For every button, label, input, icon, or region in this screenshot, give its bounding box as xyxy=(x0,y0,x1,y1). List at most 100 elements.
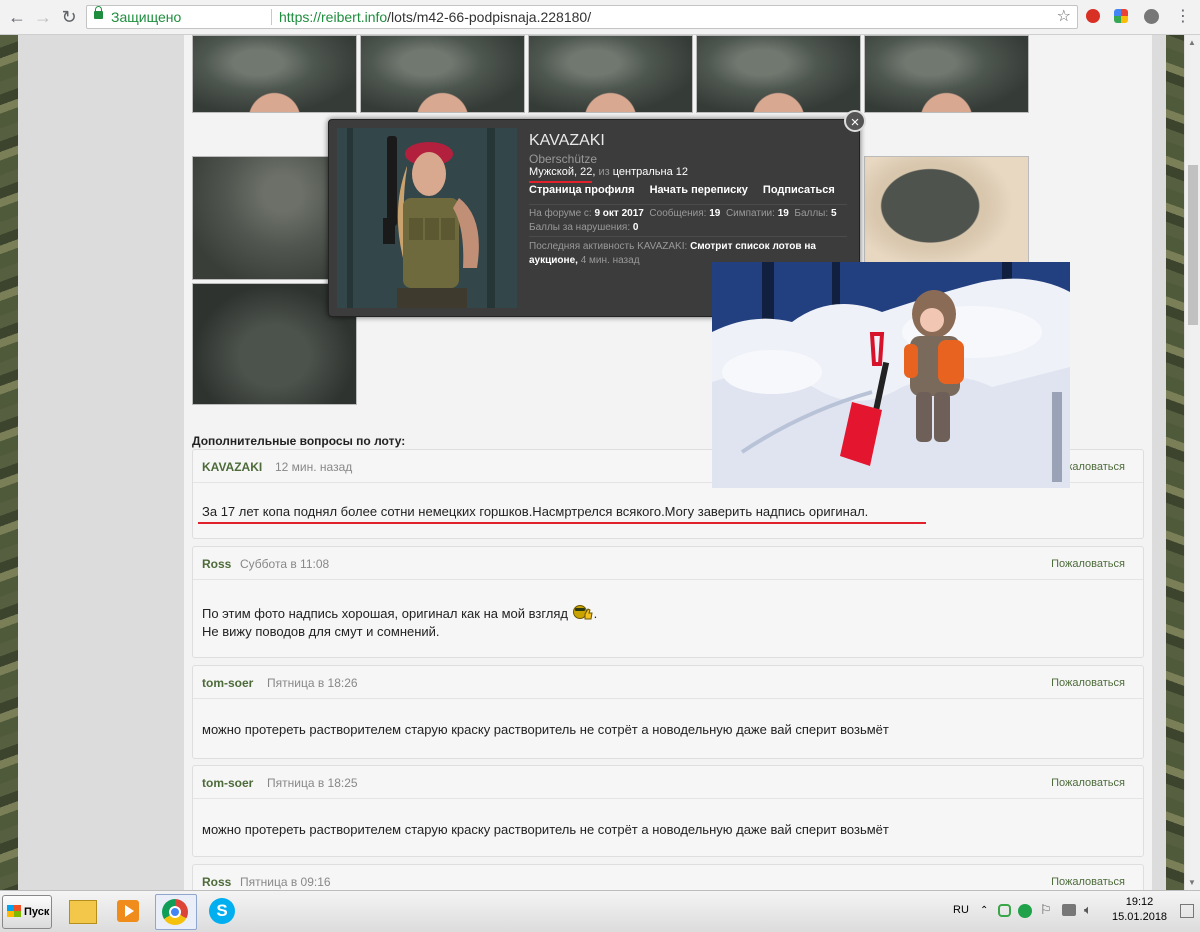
report-link[interactable]: Пожаловаться xyxy=(1051,558,1125,570)
post-header: Ross Суббота в 11:08 Пожаловаться xyxy=(193,547,1143,580)
bookmark-star-icon[interactable]: ☆ xyxy=(1057,6,1071,28)
lock-icon xyxy=(94,6,103,19)
profile-page-link[interactable]: Страница профиля xyxy=(529,184,635,196)
helmet-photo-1[interactable] xyxy=(192,35,357,113)
avatar[interactable] xyxy=(337,128,517,308)
network-icon[interactable] xyxy=(1062,904,1076,916)
extension-icon-grey[interactable] xyxy=(1144,9,1159,24)
start-button[interactable]: Пуск xyxy=(2,895,52,929)
taskbar-clock[interactable]: 19:12 15.01.2018 xyxy=(1112,895,1167,925)
windows-taskbar: Пуск S RU ⌃ ⚐ 🔈︎ xyxy=(0,890,1200,932)
tray-antivirus-icon[interactable] xyxy=(1018,904,1032,918)
taskbar-skype[interactable]: S xyxy=(202,894,242,928)
red-underline xyxy=(198,522,926,524)
show-desktop-icon[interactable] xyxy=(1180,904,1194,918)
taskbar-chrome[interactable] xyxy=(155,894,197,930)
background-camo-left xyxy=(0,35,18,890)
joined-value: 9 окт 2017 xyxy=(594,208,644,219)
member-links: Страница профиля Начать переписку Подпис… xyxy=(529,184,847,196)
post-text: можно протереть растворителем старую кра… xyxy=(202,722,889,737)
post-body: По этим фото надпись хорошая, оригинал к… xyxy=(202,603,597,641)
post-author[interactable]: Ross xyxy=(202,557,231,571)
member-info: Мужской, 22, из центральна 12 xyxy=(529,166,688,178)
post-4: tom-soer Пятница в 18:25 Пожаловаться мо… xyxy=(192,765,1144,857)
extension-icon-colorful[interactable] xyxy=(1114,9,1128,23)
folder-icon xyxy=(69,900,97,924)
page-scrollbar[interactable]: ▲ ▼ xyxy=(1184,35,1200,890)
address-bar[interactable]: Защищено https://reibert.info/lots/m42-6… xyxy=(86,5,1078,29)
volume-icon[interactable]: 🔈︎ xyxy=(1084,902,1092,918)
violations-value: 0 xyxy=(632,222,639,233)
taskbar-media-player[interactable] xyxy=(108,894,148,928)
report-link[interactable]: Пожаловаться xyxy=(1051,777,1125,789)
report-link[interactable]: Пожаловаться xyxy=(1051,876,1125,888)
likes-value: 19 xyxy=(777,208,789,219)
post-author[interactable]: KAVAZAKI xyxy=(202,460,262,474)
points-value: 5 xyxy=(830,208,837,219)
helmet-photo-2[interactable] xyxy=(360,35,525,113)
messages-value[interactable]: 19 xyxy=(709,208,720,219)
back-arrow-icon[interactable]: ← xyxy=(6,6,28,28)
menu-dots-icon[interactable]: ⋮ xyxy=(1172,6,1194,28)
scroll-up-icon[interactable]: ▲ xyxy=(1188,38,1196,47)
post-author[interactable]: Ross xyxy=(202,875,231,889)
post-line-1: По этим фото надпись хорошая, оригинал к… xyxy=(202,603,597,623)
post-time[interactable]: Суббота в 11:08 xyxy=(240,557,329,571)
extension-icon-red[interactable] xyxy=(1086,9,1100,23)
start-conversation-link[interactable]: Начать переписку xyxy=(650,184,748,196)
post-author[interactable]: tom-soer xyxy=(202,676,253,690)
background-camo-right xyxy=(1166,35,1184,890)
helmet-photo-3[interactable] xyxy=(528,35,693,113)
page-gutter-left xyxy=(18,35,184,890)
windows-logo-icon xyxy=(7,905,21,917)
action-center-flag-icon[interactable]: ⚐ xyxy=(1040,902,1052,918)
likes-label: Симпатии: xyxy=(725,208,775,219)
helmet-photo-4[interactable] xyxy=(696,35,861,113)
from-label: из xyxy=(598,166,610,178)
url-path: /lots/m42-66-podpisnaja.228180/ xyxy=(387,9,592,25)
secure-label: Защищено xyxy=(111,9,182,25)
play-icon xyxy=(125,905,134,917)
report-link[interactable]: Пожаловаться xyxy=(1051,677,1125,689)
post-header: tom-soer Пятница в 18:26 Пожаловаться xyxy=(193,666,1143,699)
red-underline xyxy=(529,181,592,183)
post-line-2: Не вижу поводов для смут и сомнений. xyxy=(202,624,440,639)
url-host: https://reibert.info xyxy=(279,9,388,25)
post-time[interactable]: Пятница в 18:26 xyxy=(267,676,358,690)
member-name[interactable]: KAVAZAKI xyxy=(529,132,605,150)
joined-label: На форуме с: xyxy=(529,208,592,219)
taskbar-explorer[interactable] xyxy=(62,894,102,928)
tray-expand-icon[interactable]: ⌃ xyxy=(980,905,988,916)
clock-time: 19:12 xyxy=(1125,896,1154,908)
location-link[interactable]: центральна 12 xyxy=(613,166,688,178)
browser-toolbar: ← → ↻ Защищено https://reibert.info/lots… xyxy=(0,0,1200,35)
post-3: tom-soer Пятница в 18:26 Пожаловаться мо… xyxy=(192,665,1144,759)
language-indicator[interactable]: RU xyxy=(953,904,969,916)
chrome-icon-center xyxy=(169,906,181,918)
omnibox-separator xyxy=(271,9,272,25)
post-text: По этим фото надпись хорошая, оригинал к… xyxy=(202,606,569,621)
scroll-down-icon[interactable]: ▼ xyxy=(1188,878,1196,887)
helmet-photo-5[interactable] xyxy=(864,35,1029,113)
close-icon[interactable]: × xyxy=(844,110,866,132)
scrollbar-thumb[interactable] xyxy=(1188,165,1198,325)
snow-child-photo xyxy=(712,262,1070,488)
post-time[interactable]: Пятница в 09:16 xyxy=(240,875,331,889)
activity-label: Последняя активность KAVAZAKI: xyxy=(529,241,688,252)
follow-link[interactable]: Подписаться xyxy=(763,184,835,196)
tray-app-icon[interactable] xyxy=(998,904,1011,917)
post-text: можно протереть растворителем старую кра… xyxy=(202,822,889,837)
url-text: https://reibert.info/lots/m42-66-podpisn… xyxy=(279,6,591,28)
page-gutter-right xyxy=(1152,35,1166,890)
thumbs-up-smiley-icon xyxy=(572,603,594,620)
post-time[interactable]: Пятница в 18:25 xyxy=(267,776,358,790)
forward-arrow-icon[interactable]: → xyxy=(32,6,54,28)
post-author[interactable]: tom-soer xyxy=(202,776,253,790)
post-time[interactable]: 12 мин. назад xyxy=(275,460,352,474)
start-label: Пуск xyxy=(24,906,50,918)
gender-age: Мужской, 22, xyxy=(529,166,596,178)
section-title: Дополнительные вопросы по лоту: xyxy=(192,434,406,448)
post-body: можно протереть растворителем старую кра… xyxy=(202,721,889,739)
reload-icon[interactable]: ↻ xyxy=(58,6,80,28)
post-body: За 17 лет копа поднял более сотни немецк… xyxy=(202,503,868,521)
